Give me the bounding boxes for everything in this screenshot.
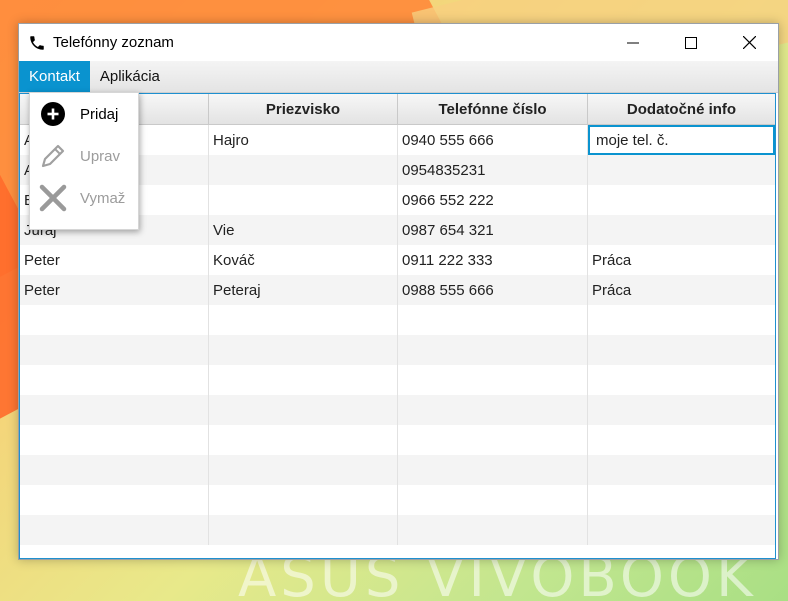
cell-info-selected[interactable]: moje tel. č. xyxy=(588,125,775,155)
menu-item-uprav[interactable]: Uprav xyxy=(30,135,138,177)
empty-row xyxy=(20,395,775,425)
cell-name[interactable]: Peter xyxy=(20,275,209,305)
kontakt-dropdown-menu: Pridaj Uprav Vymaž xyxy=(29,92,139,230)
cell-phone[interactable]: 0966 552 222 xyxy=(398,185,588,215)
empty-row xyxy=(20,455,775,485)
table-row[interactable]: Peter Peteraj 0988 555 666 Práca xyxy=(20,275,775,305)
table-row[interactable]: Peter Kováč 0911 222 333 Práca xyxy=(20,245,775,275)
empty-row xyxy=(20,425,775,455)
cell-info[interactable] xyxy=(588,185,775,215)
close-icon xyxy=(742,36,756,49)
column-header-info[interactable]: Dodatočné info xyxy=(588,94,775,124)
window-title: Telefónny zoznam xyxy=(53,34,174,51)
menu-aplikacia[interactable]: Aplikácia xyxy=(90,61,170,92)
cell-surname[interactable]: Hajro xyxy=(209,125,398,155)
plus-circle-icon xyxy=(38,99,68,129)
minimize-button[interactable] xyxy=(604,24,662,61)
column-header-phone[interactable]: Telefónne číslo xyxy=(398,94,588,124)
menu-kontakt[interactable]: Kontakt xyxy=(19,61,90,92)
minimize-icon xyxy=(627,42,639,43)
cell-info[interactable] xyxy=(588,155,775,185)
cell-phone[interactable]: 0954835231 xyxy=(398,155,588,185)
empty-row xyxy=(20,335,775,365)
cell-phone[interactable]: 0911 222 333 xyxy=(398,245,588,275)
maximize-icon xyxy=(685,36,697,49)
menu-item-vymaz[interactable]: Vymaž xyxy=(30,177,138,219)
cell-phone[interactable]: 0988 555 666 xyxy=(398,275,588,305)
cell-info[interactable] xyxy=(588,215,775,245)
cell-surname[interactable]: Vie xyxy=(209,215,398,245)
column-header-surname[interactable]: Priezvisko xyxy=(209,94,398,124)
x-icon xyxy=(38,183,68,213)
menu-item-label: Vymaž xyxy=(80,189,126,207)
menu-item-pridaj[interactable]: Pridaj xyxy=(30,93,138,135)
empty-row xyxy=(20,485,775,515)
title-bar[interactable]: Telefónny zoznam xyxy=(19,24,778,61)
cell-surname[interactable] xyxy=(209,155,398,185)
cell-surname[interactable]: Peteraj xyxy=(209,275,398,305)
maximize-button[interactable] xyxy=(662,24,720,61)
empty-row xyxy=(20,515,775,545)
cell-phone[interactable]: 0940 555 666 xyxy=(398,125,588,155)
empty-row xyxy=(20,305,775,335)
pencil-icon xyxy=(38,141,68,171)
cell-name[interactable]: Peter xyxy=(20,245,209,275)
phone-icon xyxy=(28,34,46,52)
cell-info[interactable]: Práca xyxy=(588,275,775,305)
close-button[interactable] xyxy=(720,24,778,61)
menu-bar: Kontakt Aplikácia xyxy=(19,61,778,93)
cell-surname[interactable]: Kováč xyxy=(209,245,398,275)
menu-item-label: Pridaj xyxy=(80,105,119,123)
cell-phone[interactable]: 0987 654 321 xyxy=(398,215,588,245)
cell-surname[interactable] xyxy=(209,185,398,215)
menu-item-label: Uprav xyxy=(80,147,121,165)
empty-row xyxy=(20,365,775,395)
cell-info[interactable]: Práca xyxy=(588,245,775,275)
